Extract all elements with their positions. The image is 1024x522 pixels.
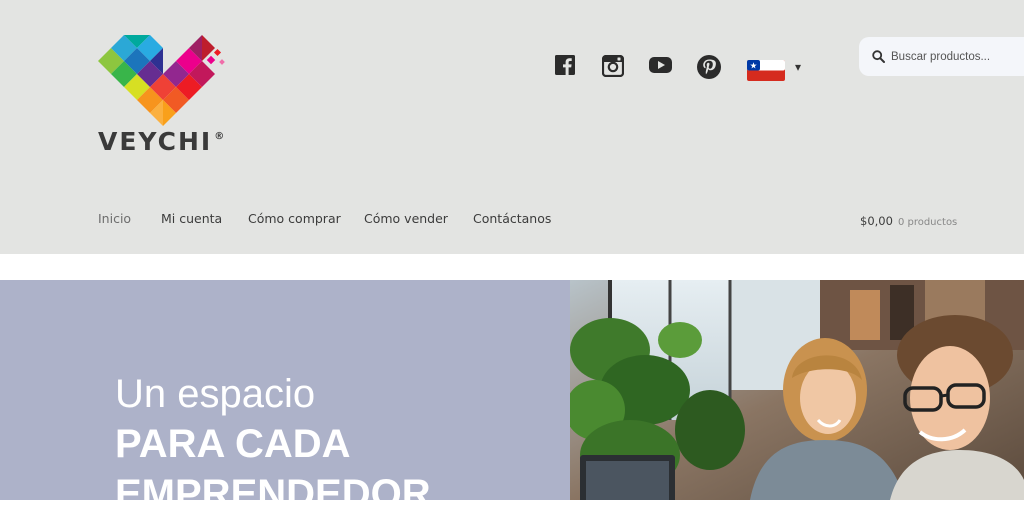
hero-line-2: PARA CADA: [115, 422, 351, 466]
hero-photo-illustration: [570, 280, 1024, 500]
cart-count: 0 productos: [897, 217, 958, 228]
hero-line-3: EMPRENDEDOR: [115, 472, 431, 516]
hero-line-1: Un espacio: [115, 372, 316, 416]
nav-item-mi-cuenta[interactable]: Mi cuenta: [161, 211, 222, 226]
youtube-link[interactable]: [649, 55, 672, 79]
search-input[interactable]: [891, 50, 1024, 63]
instagram-icon: [602, 55, 624, 77]
nav-item-inicio[interactable]: Inicio: [98, 211, 131, 226]
instagram-link[interactable]: [602, 55, 624, 79]
hero-text-panel: Un espacio PARA CADA EMPRENDEDOR: [0, 280, 570, 514]
cart-link[interactable]: $0,00 0 productos: [860, 212, 957, 230]
hero-banner: Un espacio PARA CADA EMPRENDEDOR: [0, 280, 1024, 514]
pinterest-icon: [697, 55, 721, 79]
search-icon: [872, 50, 885, 63]
youtube-icon: [649, 57, 672, 73]
registered-mark: ®: [214, 131, 227, 142]
nav-item-contactanos[interactable]: Contáctanos: [473, 211, 551, 226]
nav-item-como-comprar[interactable]: Cómo comprar: [248, 211, 341, 226]
pinterest-link[interactable]: [697, 55, 721, 79]
nav-item-como-vender[interactable]: Cómo vender: [364, 211, 448, 226]
heart-check-logo-icon: [98, 35, 225, 126]
facebook-icon: [555, 55, 575, 75]
veychi-logo[interactable]: VEYCHI ®: [98, 35, 238, 160]
brand-name: VEYCHI: [98, 127, 213, 156]
chevron-down-icon: ▾: [795, 60, 802, 74]
hero-photo: [570, 280, 1024, 500]
facebook-link[interactable]: [555, 55, 575, 79]
language-selector[interactable]: ▾: [747, 60, 809, 82]
cart-amount: $0,00: [860, 214, 893, 228]
site-header: VEYCHI ® ▾ Buscar productos... Inicio Mi…: [0, 0, 1024, 254]
brand-wordmark: VEYCHI ®: [98, 127, 226, 156]
search-bar[interactable]: [859, 37, 1024, 76]
chile-flag-icon: [747, 60, 785, 81]
